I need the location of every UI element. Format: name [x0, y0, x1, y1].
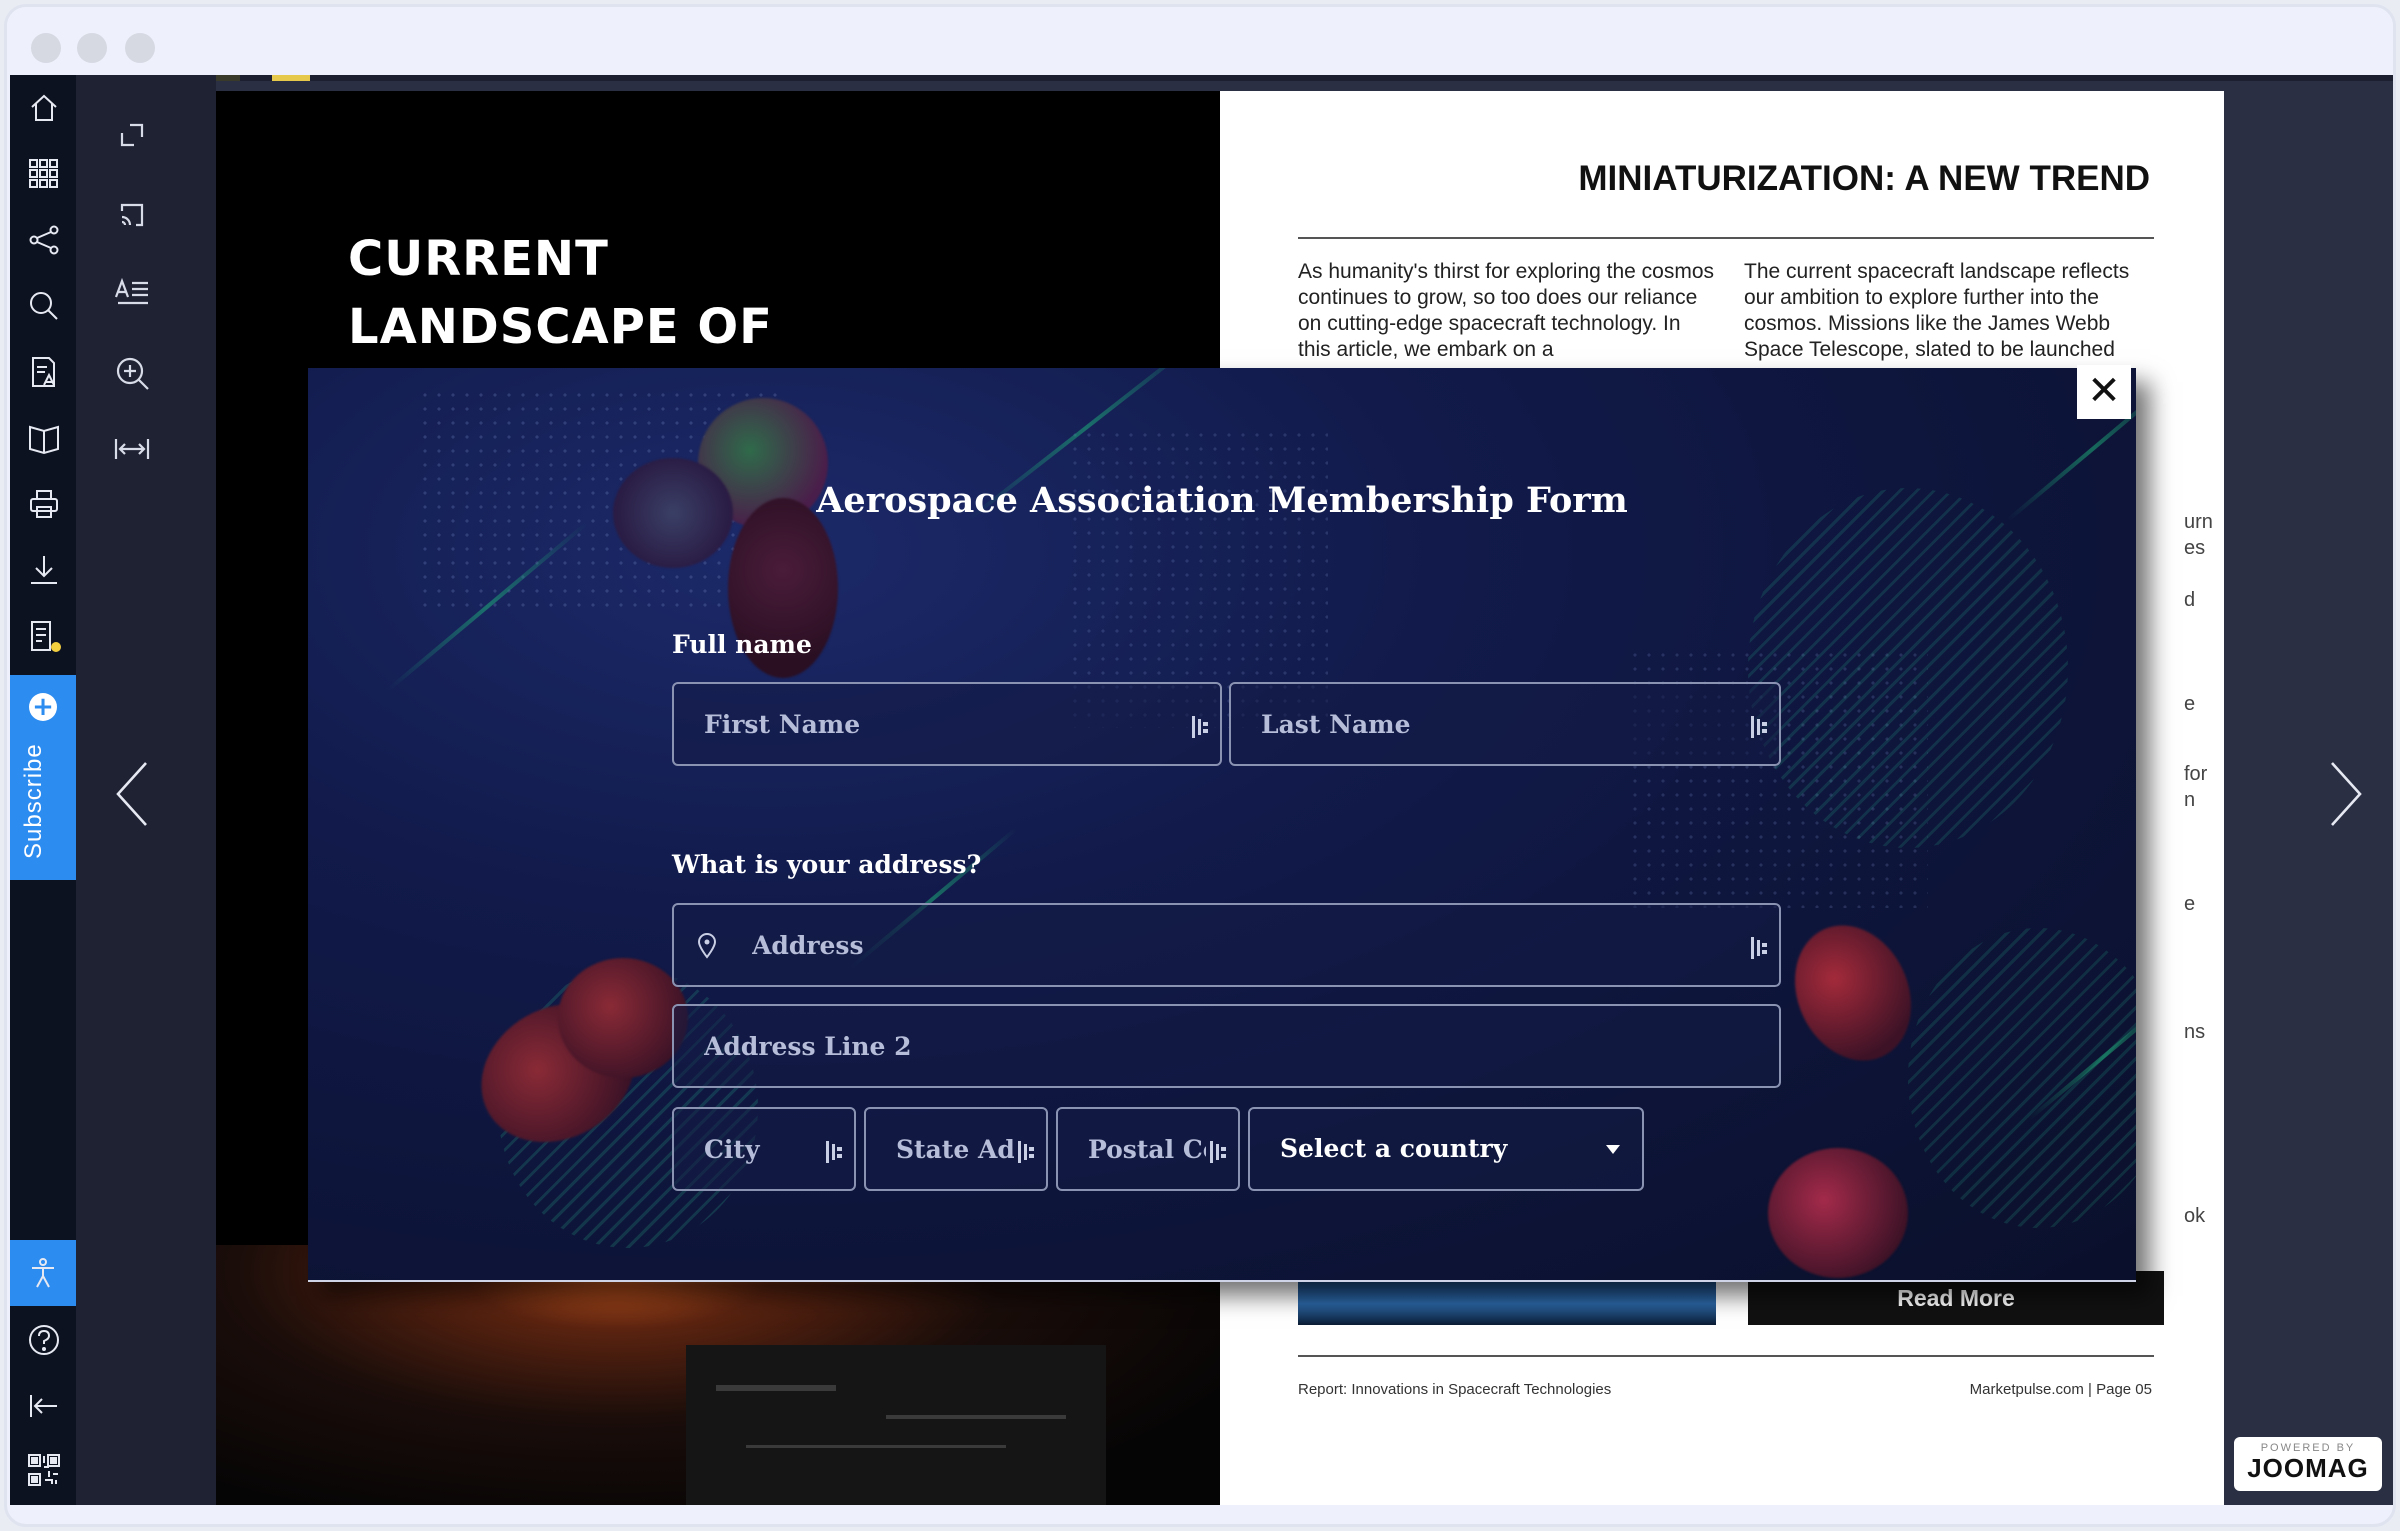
cast-icon[interactable]	[112, 195, 152, 235]
address-field[interactable]	[672, 903, 1781, 987]
close-button[interactable]: ✕	[2077, 365, 2131, 419]
print-icon[interactable]	[27, 487, 61, 521]
download-icon[interactable]	[27, 553, 61, 587]
last-name-field[interactable]	[1229, 682, 1781, 766]
password-manager-icon[interactable]	[826, 1141, 844, 1163]
footer-page-info: Marketpulse.com | Page 05	[1969, 1381, 2152, 1398]
building-silhouette	[686, 1345, 1106, 1505]
fit-width-icon[interactable]	[112, 429, 152, 469]
address-line-2-input[interactable]	[674, 1006, 1779, 1086]
article-column-2: The current spacecraft landscape reflect…	[1744, 260, 2130, 361]
help-icon[interactable]	[27, 1323, 61, 1357]
address-input[interactable]	[674, 905, 1779, 985]
decor-blob	[1768, 1148, 1908, 1278]
accessibility-icon	[26, 1256, 60, 1290]
text-mode-icon[interactable]	[112, 273, 152, 313]
powered-by-label: POWERED BY	[2260, 1442, 2356, 1454]
footer-report-title: Report: Innovations in Spacecraft Techno…	[1298, 1381, 1612, 1398]
plus-icon: +	[29, 693, 57, 721]
article-column-1: As humanity's thirst for exploring the c…	[1298, 260, 1715, 361]
launch-site-image	[216, 1245, 1220, 1505]
previous-page-arrow[interactable]	[112, 759, 152, 829]
last-name-input[interactable]	[1231, 684, 1779, 764]
home-icon[interactable]	[27, 91, 61, 125]
joomag-badge[interactable]: POWERED BY JOOMAG	[2234, 1437, 2382, 1491]
subscribe-label: Subscribe	[20, 743, 47, 859]
footer-rule	[1298, 1355, 2154, 1357]
password-manager-icon[interactable]	[1751, 937, 1769, 959]
collapse-icon[interactable]	[27, 1389, 61, 1423]
form-title: Aerospace Association Membership Form	[816, 480, 1628, 521]
stripe-pattern	[1908, 928, 2136, 1228]
window-minimize-dot[interactable]	[77, 33, 107, 63]
city-field[interactable]	[672, 1107, 856, 1191]
first-name-input[interactable]	[674, 684, 1220, 764]
left-page-heading: CURRENT LANDSCAPE OF	[348, 225, 773, 361]
progress-strip	[10, 75, 2393, 81]
address-line-2-field[interactable]	[672, 1004, 1781, 1088]
article-title: MINIATURIZATION: A NEW TREND	[1578, 159, 2150, 198]
password-manager-icon[interactable]	[1192, 716, 1210, 738]
view-toolbar	[76, 75, 216, 1505]
location-pin-icon	[697, 933, 717, 959]
share-icon[interactable]	[27, 223, 61, 257]
title-bar	[7, 7, 2393, 75]
password-manager-icon[interactable]	[1210, 1141, 1228, 1163]
country-select-value: Select a country	[1280, 1134, 1508, 1163]
country-select[interactable]: Select a country	[1248, 1107, 1644, 1191]
first-name-field[interactable]	[672, 682, 1222, 766]
notes-icon[interactable]	[27, 619, 61, 653]
decor-blob	[558, 958, 688, 1078]
address-label: What is your address?	[672, 850, 982, 879]
postal-code-field[interactable]	[1056, 1107, 1240, 1191]
window-close-dot[interactable]	[31, 33, 61, 63]
heading-line-2: LANDSCAPE OF	[348, 299, 773, 355]
heading-line-1: CURRENT	[348, 231, 609, 287]
password-manager-icon[interactable]	[1751, 716, 1769, 738]
accessibility-button[interactable]	[10, 1240, 76, 1306]
joomag-logo: JOOMAG	[2247, 1453, 2369, 1483]
book-icon[interactable]	[27, 421, 61, 455]
zoom-in-icon[interactable]	[112, 353, 152, 393]
state-field[interactable]	[864, 1107, 1048, 1191]
search-icon[interactable]	[27, 289, 61, 323]
stripe-pattern	[1748, 488, 2068, 848]
text-view-icon[interactable]	[27, 355, 61, 389]
fullscreen-icon[interactable]	[112, 115, 152, 155]
qr-code-icon[interactable]	[27, 1453, 61, 1487]
full-name-label: Full name	[672, 630, 812, 659]
grid-icon[interactable]	[27, 157, 61, 191]
password-manager-icon[interactable]	[1018, 1141, 1036, 1163]
browser-window: + Subscribe CURRENT LANDSCAPE OF MINIATU…	[4, 4, 2396, 1527]
chevron-down-icon	[1606, 1145, 1620, 1154]
window-maximize-dot[interactable]	[125, 33, 155, 63]
membership-form-modal: Aerospace Association Membership Form Fu…	[308, 368, 2136, 1282]
subscribe-button[interactable]: + Subscribe	[10, 675, 76, 880]
sidebar: + Subscribe	[10, 75, 76, 1505]
title-rule	[1298, 237, 2154, 239]
next-page-arrow[interactable]	[2326, 759, 2366, 829]
